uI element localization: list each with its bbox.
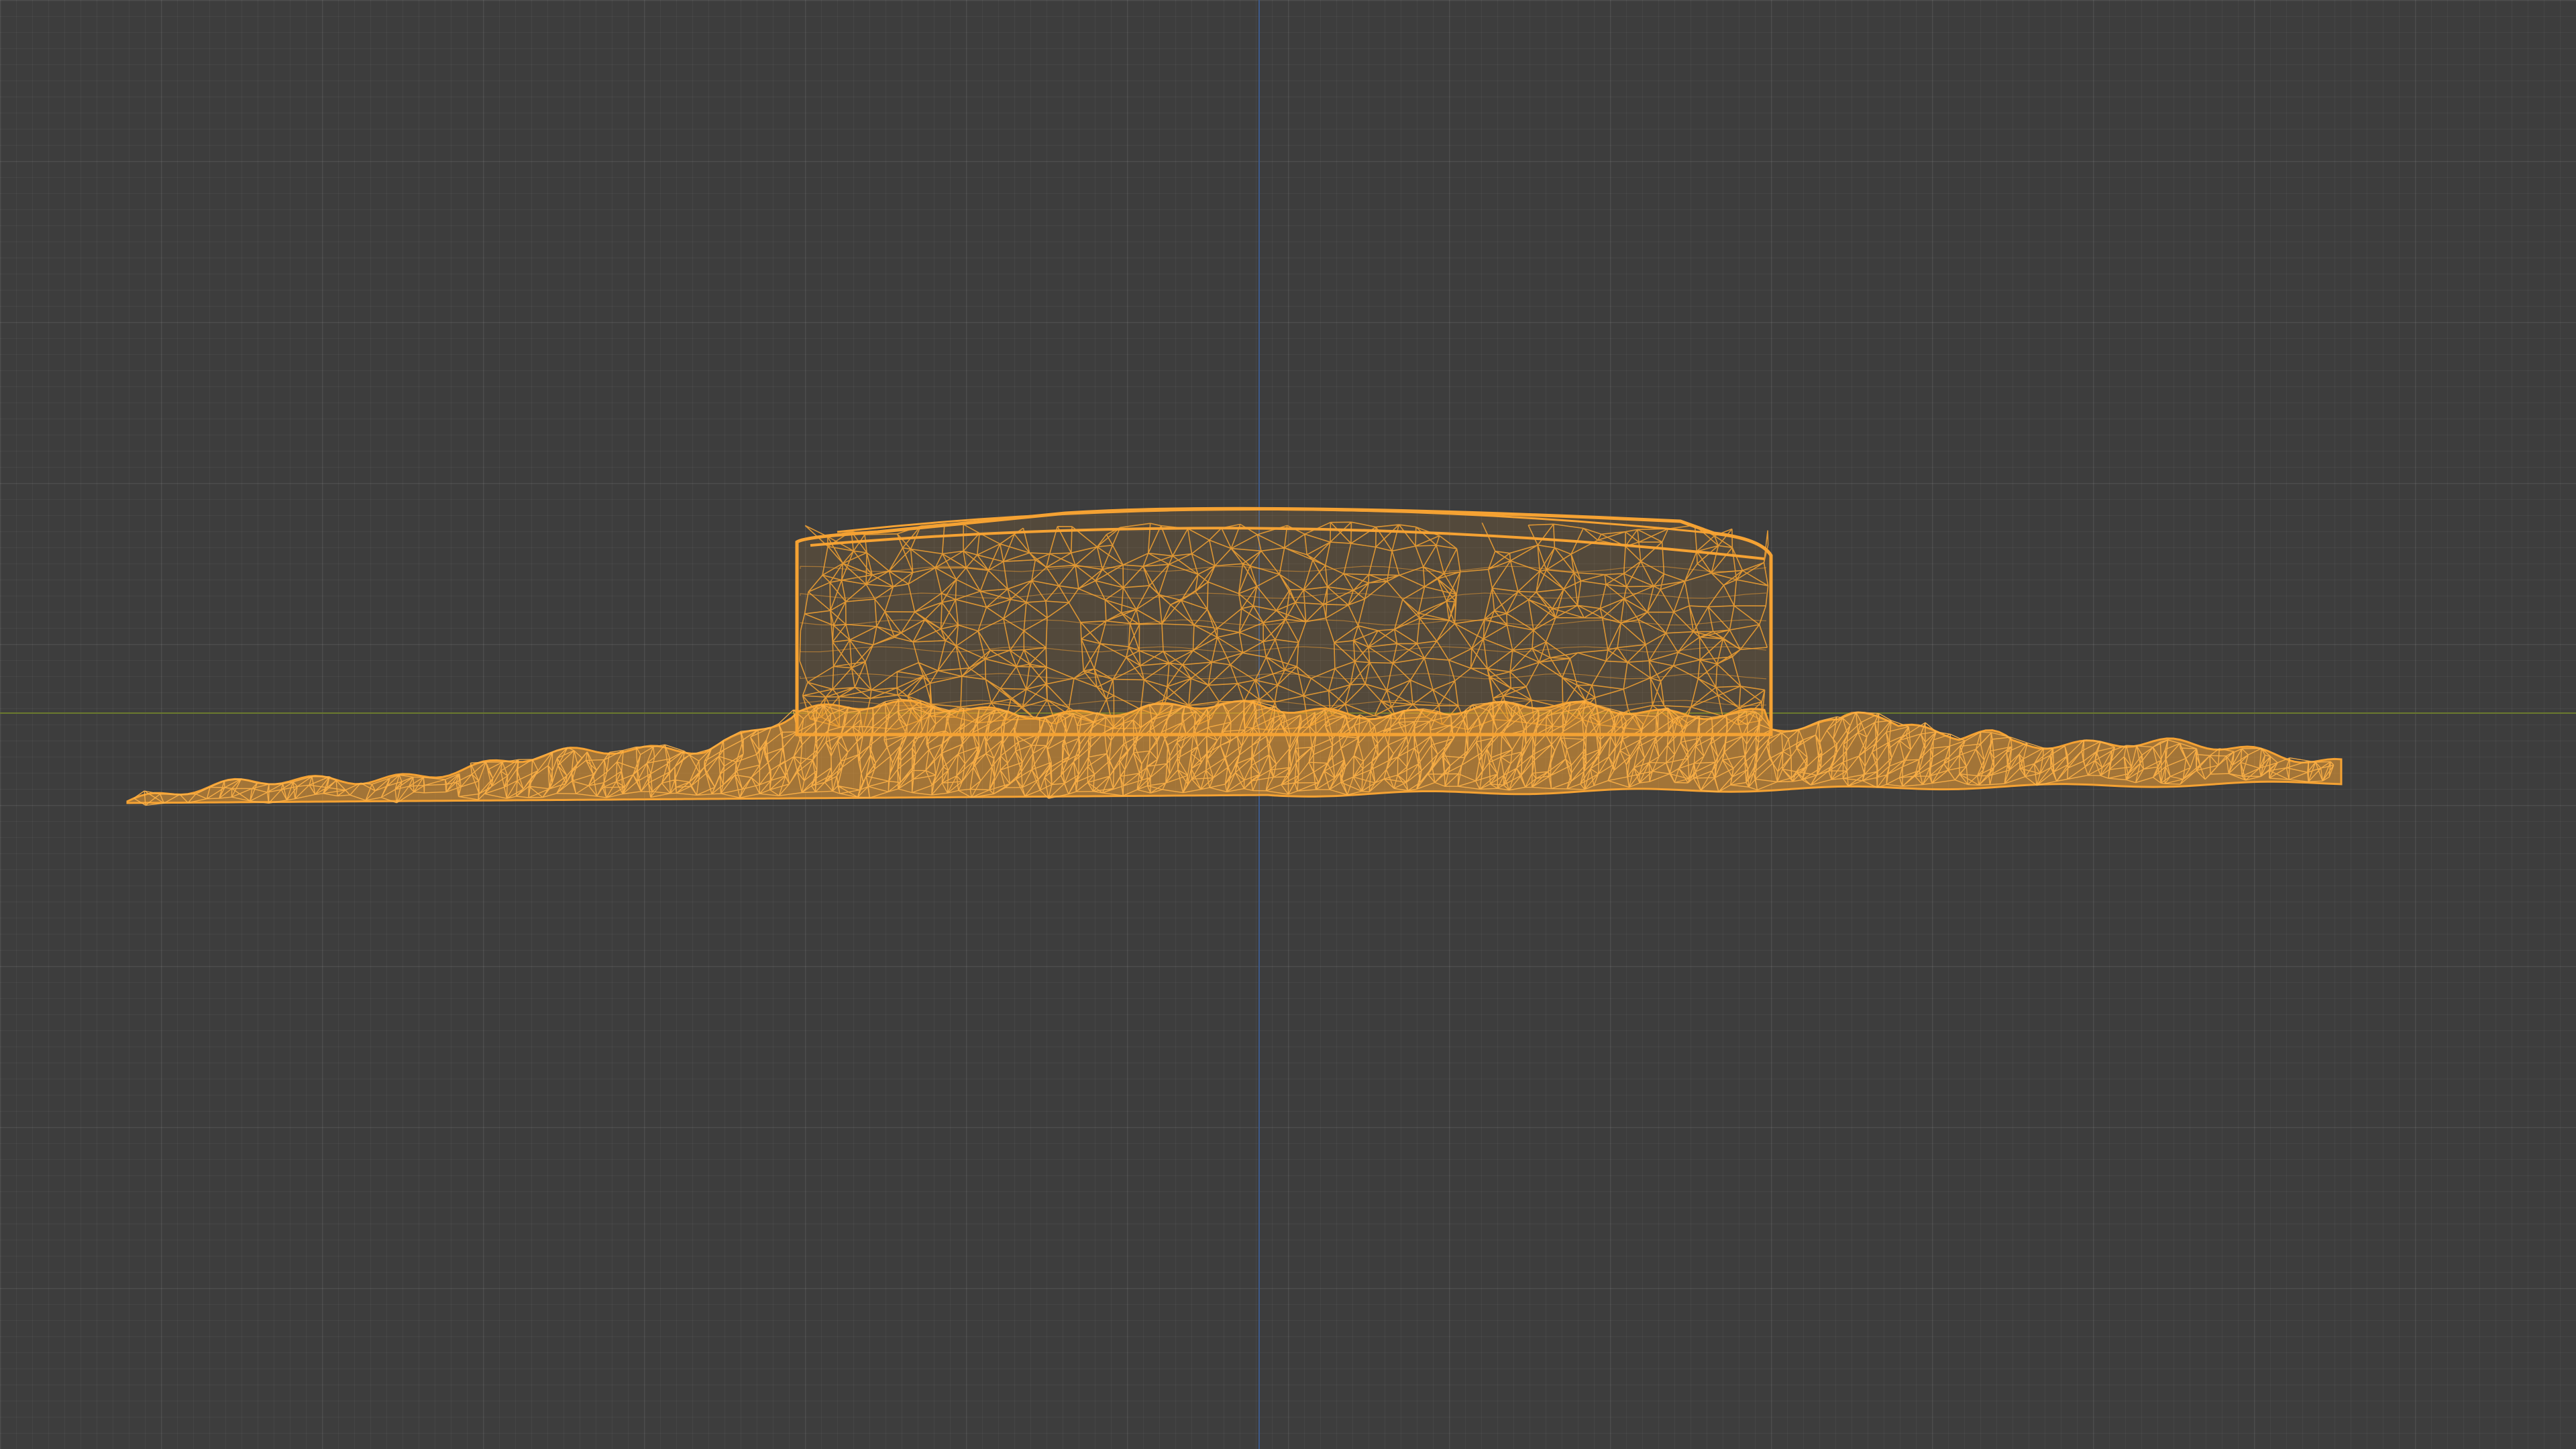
mesh-outline [795, 506, 1773, 737]
viewport-canvas[interactable] [0, 0, 2576, 1449]
3d-viewport[interactable] [0, 0, 2576, 1449]
mesh-cylinder-body [795, 506, 1773, 737]
wireframe-mesh[interactable] [126, 506, 2343, 806]
